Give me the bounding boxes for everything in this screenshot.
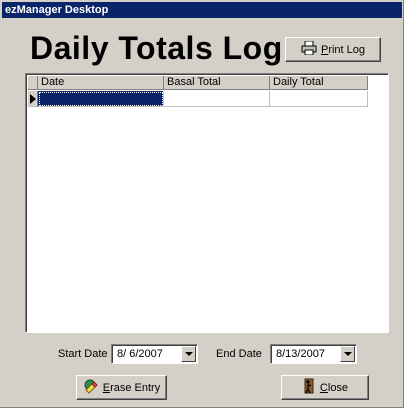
cell-date[interactable] xyxy=(38,91,164,107)
eraser-icon xyxy=(83,378,99,397)
grid-header: Date Basal Total Daily Total xyxy=(28,76,368,90)
erase-entry-button[interactable]: Erase Entry xyxy=(76,375,167,400)
chevron-down-icon[interactable] xyxy=(181,346,196,362)
erase-entry-label: Erase Entry xyxy=(102,381,161,394)
chevron-down-icon[interactable] xyxy=(340,346,355,362)
close-label: Close xyxy=(319,381,349,394)
start-date-value: 8/ 6/2007 xyxy=(117,348,163,360)
start-date-picker[interactable]: 8/ 6/2007 xyxy=(111,344,198,364)
column-header-basal-total[interactable]: Basal Total xyxy=(164,76,270,90)
cell-basal-total[interactable] xyxy=(164,91,270,107)
start-date-label: Start Date xyxy=(58,348,108,360)
end-date-value: 8/13/2007 xyxy=(276,348,325,360)
table-row[interactable] xyxy=(28,91,368,107)
printer-icon xyxy=(301,40,317,58)
column-header-daily-total[interactable]: Daily Total xyxy=(270,76,368,90)
cell-daily-total[interactable] xyxy=(270,91,368,107)
end-date-label: End Date xyxy=(216,348,262,360)
row-header-corner xyxy=(28,76,38,90)
door-exit-icon xyxy=(302,378,316,397)
close-button[interactable]: Close xyxy=(281,375,369,400)
end-date-picker[interactable]: 8/13/2007 xyxy=(270,344,357,364)
print-log-label: Print Log xyxy=(320,43,366,56)
print-log-button[interactable]: Print Log xyxy=(285,37,381,62)
row-selector-arrow-icon[interactable] xyxy=(28,91,38,107)
main-window: ezManager Desktop Daily Totals Log Print… xyxy=(0,0,404,408)
daily-totals-grid[interactable]: Date Basal Total Daily Total xyxy=(25,73,389,333)
window-title: ezManager Desktop xyxy=(2,2,402,18)
page-title: Daily Totals Log xyxy=(30,30,283,66)
column-header-date[interactable]: Date xyxy=(38,76,164,90)
